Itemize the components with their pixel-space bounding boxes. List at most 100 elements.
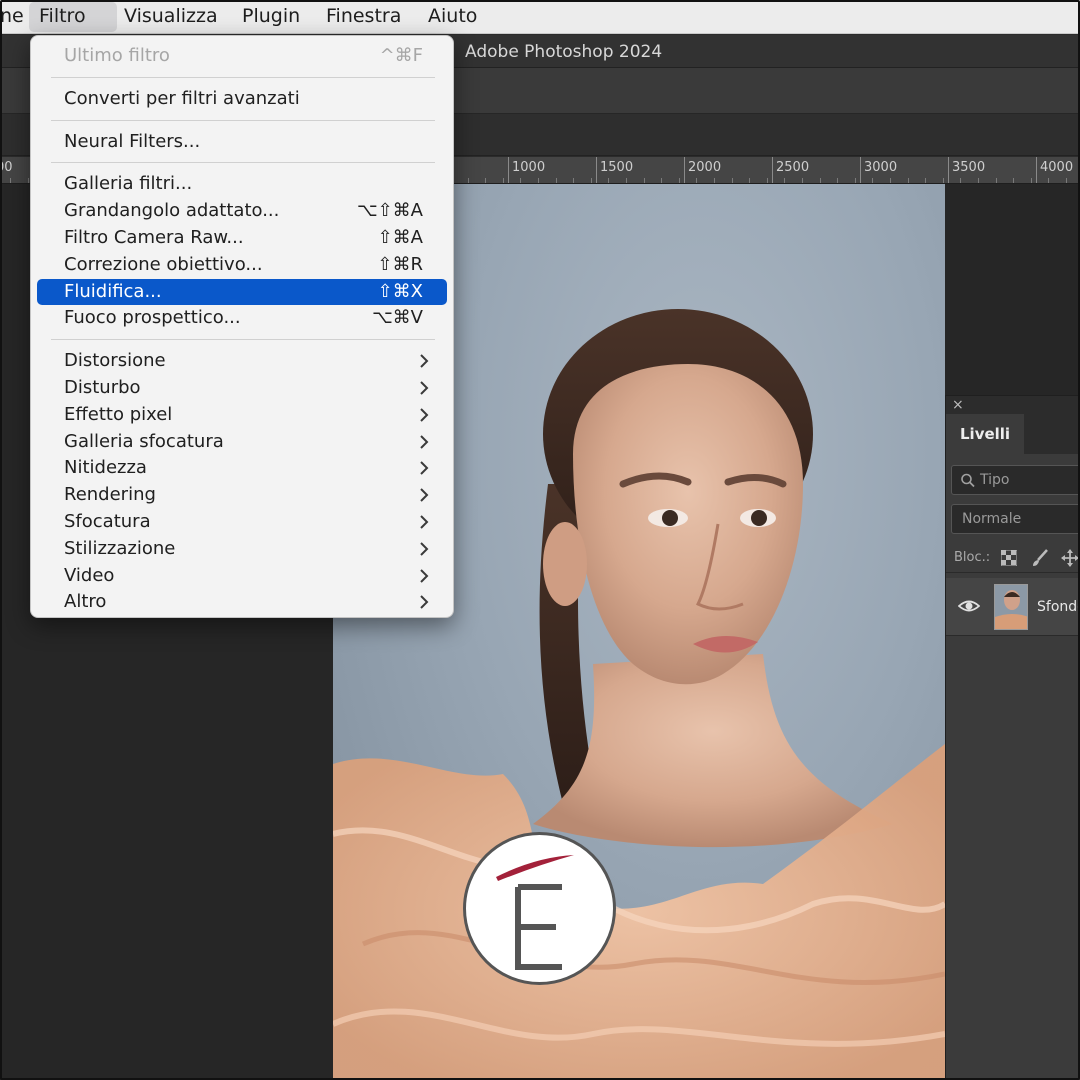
- lock-move-icon[interactable]: [1061, 549, 1079, 571]
- ruler-minor-tick: [696, 178, 697, 183]
- ruler-minor-tick: [1066, 178, 1067, 183]
- menu-item-stilizzazione[interactable]: Stilizzazione: [37, 536, 447, 562]
- tab-livelli[interactable]: Livelli: [946, 414, 1024, 454]
- ruler-tick-label: 3000: [864, 160, 898, 175]
- ruler-minor-tick: [908, 178, 909, 183]
- lock-paint-icon[interactable]: [1031, 549, 1049, 571]
- ruler-minor-tick: [890, 178, 891, 183]
- logo-letter-e: [515, 884, 562, 970]
- menu-item-sfocatura[interactable]: Sfocatura: [37, 509, 447, 535]
- menu-item-label: Filtro Camera Raw...: [64, 227, 244, 248]
- blend-mode-select[interactable]: Normale: [951, 504, 1080, 534]
- layer-filter-input[interactable]: Tipo: [951, 465, 1080, 495]
- ruler-minor-tick: [749, 178, 750, 183]
- ruler-minor-tick: [978, 178, 979, 183]
- ruler-minor-tick: [1013, 178, 1014, 183]
- menu-item-fluidifica[interactable]: Fluidifica... ⇧⌘X: [37, 278, 447, 305]
- ruler-tick-label: 00: [0, 160, 13, 175]
- ruler-minor-tick: [661, 178, 662, 183]
- menu-item-shortcut: ⇧⌘X: [377, 280, 423, 302]
- menu-item-label: Nitidezza: [64, 457, 147, 479]
- menu-item-disturbo[interactable]: Disturbo: [37, 375, 447, 401]
- ruler-minor-tick: [520, 178, 521, 183]
- filter-dropdown-menu: Ultimo filtro ^⌘F Converti per filtri avan…: [30, 35, 454, 618]
- ruler-minor-tick: [767, 178, 768, 183]
- ruler-tick: 1500: [596, 157, 633, 183]
- lock-transparent-icon[interactable]: [1000, 549, 1018, 570]
- chevron-right-icon: [419, 589, 429, 623]
- menu-item-label: Disturbo: [64, 377, 141, 398]
- ruler-minor-tick: [10, 178, 11, 183]
- ruler-minor-tick: [538, 178, 539, 183]
- menubar-item-finestra[interactable]: Finestra: [316, 0, 411, 34]
- menu-item-correzione-obiettivo[interactable]: Correzione obiettivo... ⇧⌘R: [37, 252, 447, 278]
- menu-item-filtro-camera-raw[interactable]: Filtro Camera Raw... ⇧⌘A: [37, 225, 447, 251]
- menu-item-label: Galleria filtri...: [64, 173, 193, 195]
- layer-filter-placeholder: Tipo: [980, 472, 1010, 488]
- ruler-tick-label: 1000: [512, 160, 546, 175]
- ruler-minor-tick: [837, 178, 838, 183]
- menu-item-label: Altro: [64, 591, 107, 613]
- search-icon: [960, 466, 976, 504]
- menu-item-video[interactable]: Video: [37, 563, 447, 589]
- menu-item-fuoco-prospettico[interactable]: Fuoco prospettico... ⌥⌘V: [37, 305, 447, 331]
- ruler-minor-tick: [1031, 178, 1032, 183]
- ruler-minor-tick: [1048, 178, 1049, 183]
- ruler-tick-label: 2500: [776, 160, 810, 175]
- menu-item-shortcut: ⌥⌘V: [371, 307, 423, 329]
- close-icon[interactable]: ×: [952, 396, 964, 414]
- ruler-tick: 4000: [1036, 157, 1073, 183]
- ruler-minor-tick: [503, 178, 504, 183]
- ruler-minor-tick: [960, 178, 961, 183]
- menu-separator: [51, 119, 435, 121]
- menu-item-label: Converti per filtri avanzati: [64, 87, 300, 109]
- menu-item-label: Neural Filters...: [64, 130, 201, 152]
- layer-name: Sfondo: [1037, 599, 1080, 615]
- ruler-minor-tick: [784, 178, 785, 183]
- ruler-minor-tick: [820, 178, 821, 183]
- menu-item-label: Distorsione: [64, 350, 166, 372]
- ruler-minor-tick: [556, 178, 557, 183]
- panel-tabs: Livelli: [946, 414, 1080, 454]
- ruler-minor-tick: [468, 178, 469, 183]
- menu-item-galleria-sfocatura[interactable]: Galleria sfocatura: [37, 429, 447, 455]
- ruler-tick: 1000: [508, 157, 545, 183]
- ruler-tick: 2500: [772, 157, 809, 183]
- menu-separator: [51, 339, 435, 341]
- layer-row[interactable]: Sfondo: [946, 578, 1080, 636]
- menu-item-effetto-pixel[interactable]: Effetto pixel: [37, 402, 447, 428]
- menu-item-label: Stilizzazione: [64, 537, 176, 559]
- ruler-minor-tick: [996, 178, 997, 183]
- ruler-minor-tick: [732, 178, 733, 183]
- menubar-item-aiuto[interactable]: Aiuto: [418, 0, 487, 34]
- menu-item-label: Fluidifica...: [64, 280, 162, 302]
- ruler-minor-tick: [608, 178, 609, 183]
- menu-item-label: Effetto pixel: [64, 403, 173, 425]
- menu-item-shortcut: ^⌘F: [379, 45, 423, 66]
- menu-item-nitidezza[interactable]: Nitidezza: [37, 455, 447, 481]
- ruler-minor-tick: [714, 178, 715, 183]
- logo-accent-stroke: [496, 855, 574, 881]
- menu-item-label: Galleria sfocatura: [64, 430, 224, 452]
- ruler-minor-tick: [679, 178, 680, 183]
- menubar-item-filtro[interactable]: Filtro: [29, 2, 117, 32]
- ruler-minor-tick: [802, 178, 803, 183]
- menubar-item-visualizza[interactable]: Visualizza: [114, 0, 228, 34]
- watermark-logo: [463, 832, 616, 985]
- menu-item-converti-per-filtri-avanzati[interactable]: Converti per filtri avanzati: [37, 86, 447, 112]
- menu-item-galleria-filtri[interactable]: Galleria filtri...: [37, 171, 447, 197]
- menu-item-altro[interactable]: Altro: [37, 589, 447, 615]
- visibility-eye-icon[interactable]: [957, 596, 981, 620]
- menu-separator: [51, 162, 435, 164]
- ruler-minor-tick: [943, 178, 944, 183]
- lock-row: Bloc.:: [946, 543, 1080, 573]
- menu-item-label: Rendering: [64, 484, 156, 506]
- ruler-minor-tick: [925, 178, 926, 183]
- ruler-minor-tick: [855, 178, 856, 183]
- menu-item-grandangolo-adattato[interactable]: Grandangolo adattato... ⌥⇧⌘A: [37, 198, 447, 224]
- menu-item-distorsione[interactable]: Distorsione: [37, 348, 447, 374]
- menubar-item-plugin[interactable]: Plugin: [232, 0, 310, 34]
- menu-item-label: Sfocatura: [64, 511, 151, 532]
- menu-item-rendering[interactable]: Rendering: [37, 482, 447, 508]
- menu-item-neural-filters[interactable]: Neural Filters...: [37, 129, 447, 155]
